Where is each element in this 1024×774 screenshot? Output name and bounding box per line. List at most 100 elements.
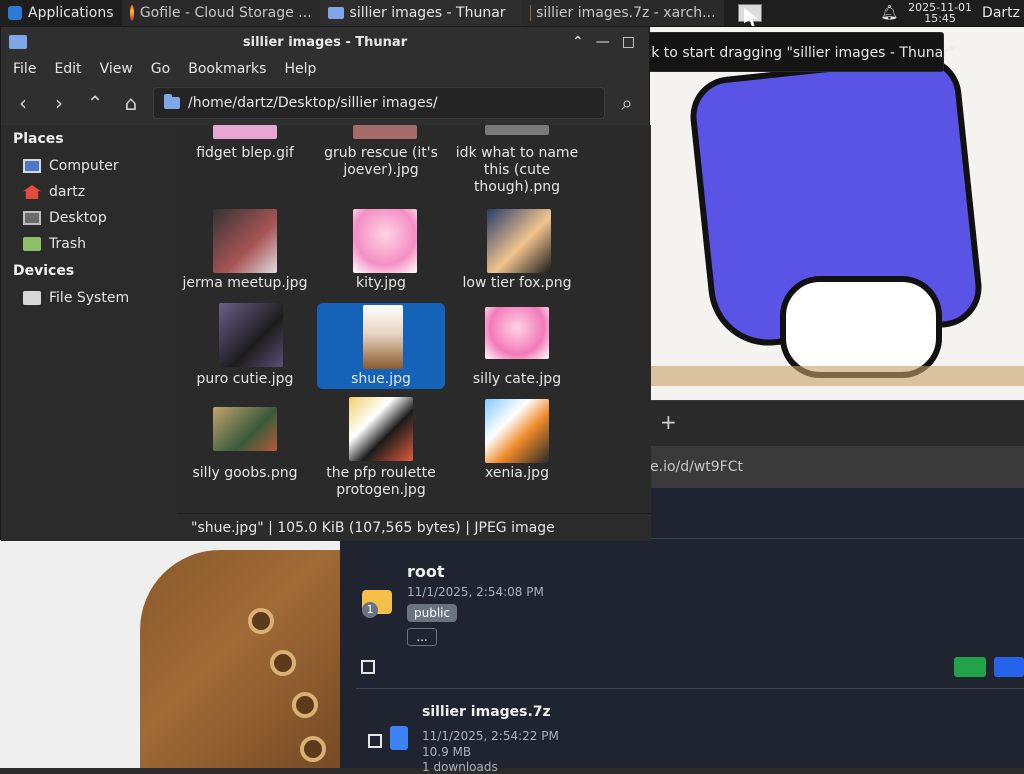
sidebar-places-header: Places bbox=[13, 131, 64, 147]
file-label[interactable]: the pfp roulette protogen.jpg bbox=[317, 465, 445, 499]
home-icon bbox=[23, 185, 41, 199]
file-label[interactable]: idk what to name this (cute though).png bbox=[453, 145, 581, 196]
search-button[interactable]: ⌕ bbox=[613, 89, 641, 117]
up-button[interactable]: ⌃ bbox=[81, 89, 109, 117]
root-title[interactable]: root bbox=[407, 562, 445, 581]
sidebar-item-filesystem[interactable]: File System bbox=[1, 285, 177, 311]
thumbnail[interactable] bbox=[353, 125, 417, 139]
file-label[interactable]: puro cutie.jpg bbox=[181, 371, 309, 388]
search-icon: ⌕ bbox=[621, 91, 633, 115]
path-bar[interactable]: /home/dartz/Desktop/sillier images/ bbox=[153, 87, 605, 119]
menu-view[interactable]: View bbox=[100, 61, 133, 77]
file-grid: fidget blep.gif grub rescue (it's joever… bbox=[177, 125, 651, 513]
root-count-badge: 1 bbox=[362, 602, 378, 618]
firefox-icon bbox=[129, 5, 134, 21]
new-tab-button[interactable]: + bbox=[660, 410, 677, 434]
sidebar-item-trash[interactable]: Trash bbox=[1, 231, 177, 257]
thumbnail[interactable] bbox=[213, 125, 277, 139]
task-xarchiver[interactable]: sillier images.7z - xarch... bbox=[521, 0, 724, 26]
file-label[interactable]: silly goobs.png bbox=[181, 465, 309, 482]
clock-time: 15:45 bbox=[924, 12, 956, 25]
sidebar-item-computer[interactable]: Computer bbox=[1, 153, 177, 179]
file-label-selected[interactable]: shue.jpg bbox=[317, 371, 445, 388]
menu-bookmarks[interactable]: Bookmarks bbox=[188, 61, 266, 77]
public-badge: public bbox=[407, 604, 458, 622]
thumbnail[interactable] bbox=[349, 397, 413, 461]
select-all-checkbox[interactable] bbox=[361, 660, 375, 674]
browser-url-bar[interactable]: e.io/d/wt9FCt bbox=[650, 446, 1024, 488]
boot-lace bbox=[248, 608, 274, 634]
task-label: sillier images - Thunar bbox=[349, 5, 506, 21]
menu-go[interactable]: Go bbox=[151, 61, 170, 77]
archive-icon bbox=[529, 5, 531, 21]
add-folder-button[interactable] bbox=[994, 657, 1024, 677]
thumbnail[interactable] bbox=[219, 303, 283, 367]
thumbnail[interactable] bbox=[213, 407, 277, 451]
thumbnail[interactable] bbox=[353, 209, 417, 273]
window-title: sillier images - Thunar bbox=[242, 34, 408, 50]
taskbar-right: 🔔︎ 2025-11-01 15:45 Dartz bbox=[880, 0, 1024, 26]
thumbnail[interactable] bbox=[213, 209, 277, 273]
thunar-content: Places Computer dartz Desktop Trash Devi… bbox=[1, 125, 651, 541]
sidebar-item-home[interactable]: dartz bbox=[1, 179, 177, 205]
background-image-left bbox=[0, 540, 340, 768]
file-downloads: 1 downloads bbox=[422, 760, 498, 774]
task-gofile[interactable]: Gofile - Cloud Storage ... bbox=[121, 0, 320, 26]
back-button[interactable]: ‹ bbox=[9, 89, 37, 117]
file-timestamp: 11/1/2025, 2:54:22 PM bbox=[422, 729, 559, 743]
drive-icon bbox=[23, 291, 41, 305]
boot-lace bbox=[300, 736, 326, 762]
browser-tabbar bbox=[650, 400, 1024, 447]
background-image-right bbox=[650, 26, 1024, 400]
file-label[interactable]: grub rescue (it's joever).jpg bbox=[317, 145, 445, 179]
chevron-right-icon: › bbox=[55, 91, 63, 115]
menu-edit[interactable]: Edit bbox=[54, 61, 81, 77]
menu-help[interactable]: Help bbox=[284, 61, 316, 77]
thumbnail[interactable] bbox=[485, 399, 549, 463]
forward-button[interactable]: › bbox=[45, 89, 73, 117]
taskbar: Applications Gofile - Cloud Storage ... … bbox=[0, 0, 1024, 27]
file-checkbox[interactable] bbox=[368, 734, 382, 748]
bell-icon[interactable]: 🔔︎ bbox=[880, 5, 898, 21]
artwork-ground bbox=[650, 366, 1024, 386]
thumbnail[interactable] bbox=[363, 305, 403, 369]
menu-file[interactable]: File bbox=[13, 61, 36, 77]
sidebar-item-label: dartz bbox=[49, 184, 86, 200]
thumbnail[interactable] bbox=[485, 307, 549, 359]
root-timestamp: 11/1/2025, 2:54:08 PM bbox=[407, 585, 544, 599]
clock[interactable]: 2025-11-01 15:45 bbox=[908, 2, 972, 24]
file-label[interactable]: silly cate.jpg bbox=[453, 371, 581, 388]
applications-label: Applications bbox=[28, 5, 114, 21]
folder-icon bbox=[164, 94, 180, 109]
more-button[interactable]: ... bbox=[407, 628, 437, 646]
applications-menu[interactable]: Applications bbox=[0, 0, 122, 26]
file-label[interactable]: kity.jpg bbox=[317, 275, 445, 292]
boot-lace bbox=[292, 692, 318, 718]
file-label[interactable]: jerma meetup.jpg bbox=[181, 275, 309, 292]
boot-lace bbox=[270, 650, 296, 676]
sidebar-item-desktop[interactable]: Desktop bbox=[1, 205, 177, 231]
thumbnail[interactable] bbox=[487, 209, 551, 273]
sidebar: Places Computer dartz Desktop Trash Devi… bbox=[1, 125, 178, 541]
status-bar: "shue.jpg" | 105.0 KiB (107,565 bytes) |… bbox=[177, 513, 651, 541]
share-button[interactable] bbox=[954, 657, 986, 677]
user-menu[interactable]: Dartz bbox=[982, 5, 1020, 21]
file-label[interactable]: xenia.jpg bbox=[453, 465, 581, 482]
thumbnail[interactable] bbox=[485, 125, 549, 135]
window-titlebar[interactable]: sillier images - Thunar ⌃ — □ bbox=[1, 27, 649, 57]
sidebar-item-label: Computer bbox=[49, 158, 119, 174]
home-button[interactable]: ⌂ bbox=[117, 89, 145, 117]
thunar-window: sillier images - Thunar ⌃ — □ File Edit … bbox=[0, 26, 651, 541]
sidebar-devices-header: Devices bbox=[13, 263, 75, 279]
divider bbox=[356, 688, 1024, 689]
sidebar-item-label: Desktop bbox=[49, 210, 107, 226]
file-title[interactable]: sillier images.7z bbox=[422, 704, 551, 720]
computer-icon bbox=[23, 159, 41, 173]
folder-icon bbox=[327, 7, 344, 19]
file-label[interactable]: low tier fox.png bbox=[453, 275, 581, 292]
sidebar-item-label: File System bbox=[49, 290, 130, 306]
file-label[interactable]: fidget blep.gif bbox=[181, 145, 309, 162]
chevron-left-icon: ‹ bbox=[19, 91, 27, 115]
path-text: /home/dartz/Desktop/sillier images/ bbox=[188, 95, 438, 111]
task-thunar[interactable]: sillier images - Thunar bbox=[319, 0, 522, 26]
